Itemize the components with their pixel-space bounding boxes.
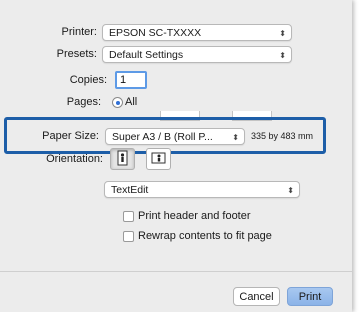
copies-field[interactable]: 1 bbox=[115, 71, 147, 89]
printer-label: Printer: bbox=[61, 26, 97, 38]
divider bbox=[0, 271, 352, 272]
print-dialog: Printer: EPSON SC-TXXXX ⬍ Presets: Defau… bbox=[0, 0, 352, 312]
landscape-person-icon bbox=[151, 152, 166, 164]
rewrap-label: Rewrap contents to fit page bbox=[138, 230, 272, 242]
presets-value: Default Settings bbox=[109, 49, 184, 61]
cancel-button[interactable]: Cancel bbox=[233, 287, 280, 306]
up-down-chevron-icon: ⬍ bbox=[279, 51, 286, 60]
rewrap-checkbox[interactable] bbox=[123, 231, 134, 242]
app-options-popup[interactable]: TextEdit ⬍ bbox=[104, 181, 300, 198]
print-header-checkbox[interactable] bbox=[123, 211, 134, 222]
presets-popup[interactable]: Default Settings ⬍ bbox=[102, 46, 292, 63]
portrait-person-icon bbox=[117, 150, 128, 166]
up-down-chevron-icon: ⬍ bbox=[279, 29, 286, 38]
copies-label: Copies: bbox=[69, 74, 107, 86]
presets-label: Presets: bbox=[56, 48, 97, 60]
printer-popup[interactable]: EPSON SC-TXXXX ⬍ bbox=[102, 24, 292, 41]
orientation-portrait-button[interactable] bbox=[110, 148, 135, 170]
app-options-value: TextEdit bbox=[111, 184, 149, 196]
print-button[interactable]: Print bbox=[287, 287, 333, 306]
pages-all-radio[interactable] bbox=[112, 97, 123, 108]
pages-label: Pages: bbox=[66, 96, 101, 108]
up-down-chevron-icon: ⬍ bbox=[287, 186, 294, 195]
printer-value: EPSON SC-TXXXX bbox=[109, 27, 202, 39]
orientation-landscape-button[interactable] bbox=[146, 148, 171, 170]
orientation-label: Orientation: bbox=[46, 153, 103, 165]
print-header-label: Print header and footer bbox=[138, 210, 251, 222]
pages-all-label: All bbox=[125, 96, 138, 108]
